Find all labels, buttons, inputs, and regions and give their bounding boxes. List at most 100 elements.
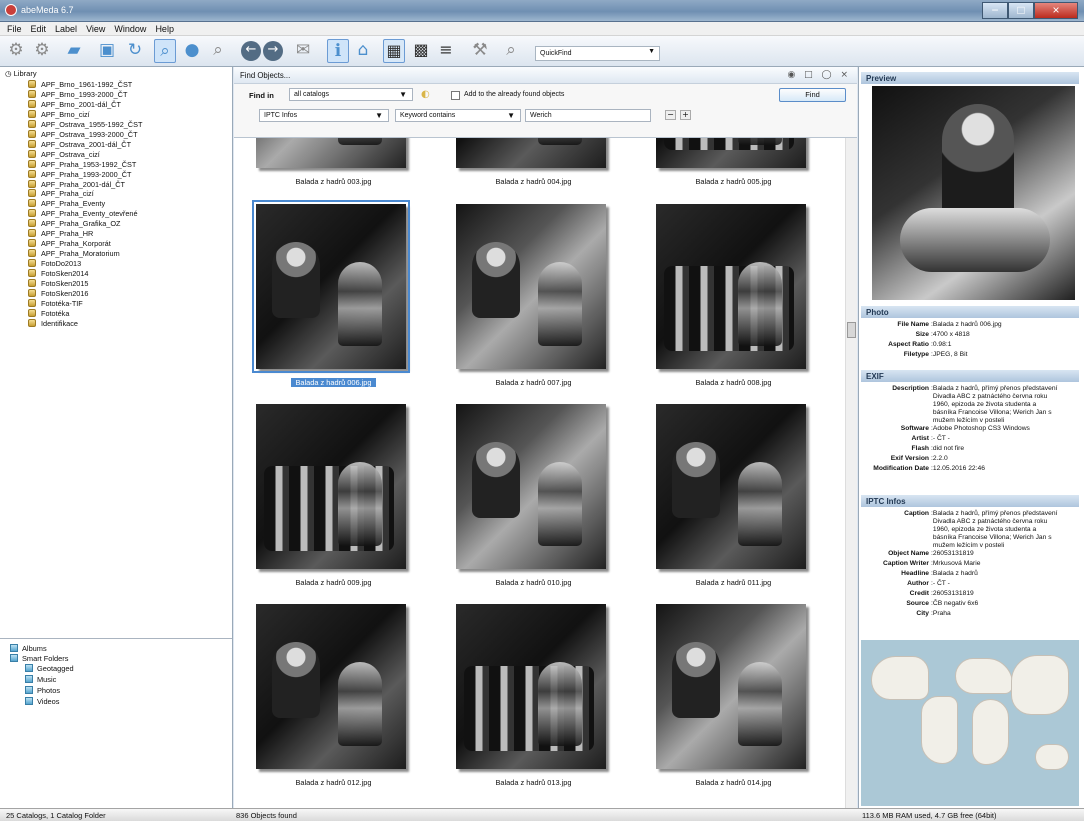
catalog-settings-icon[interactable]: ⚙	[31, 39, 53, 63]
photo-tile[interactable]: Balada z hadrů 014.jpg	[651, 604, 816, 794]
library-item[interactable]: APF_Praha_Grafika_OZ	[28, 219, 121, 229]
field-select[interactable]: IPTC Infos ▼	[259, 109, 389, 122]
metadata-key: Caption Writer	[883, 560, 929, 567]
library-item[interactable]: Fototéka-TIF	[28, 298, 83, 309]
scroll-thumb[interactable]	[847, 322, 856, 338]
photo-thumbnail[interactable]	[456, 404, 606, 569]
photo-thumbnail[interactable]	[656, 604, 806, 769]
photo-thumbnail[interactable]	[256, 138, 406, 168]
library-item[interactable]: APF_Praha_Moratorium	[28, 249, 120, 259]
people-icon[interactable]: ●	[181, 39, 203, 63]
library-item[interactable]: FotoSken2015	[28, 279, 88, 289]
menu-file[interactable]: File	[4, 22, 28, 35]
photo-tile[interactable]: Balada z hadrů 004.jpg	[451, 138, 616, 193]
library-item[interactable]: APF_Praha_2001-dál_ČT	[28, 179, 125, 190]
library-item[interactable]: APF_Ostrava_cizí	[28, 149, 100, 160]
zoom-icon[interactable]: ⌕	[207, 39, 229, 63]
tools-icon[interactable]: ⚒	[469, 39, 491, 63]
albums-item[interactable]: Albums	[10, 644, 47, 654]
photo-thumbnail[interactable]	[256, 604, 406, 769]
quickfind-icon[interactable]: ⌕	[500, 39, 522, 63]
search-icon[interactable]: ⌕	[154, 39, 176, 63]
photo-tile[interactable]: Balada z hadrů 005.jpg	[651, 138, 816, 193]
music-item[interactable]: Music	[25, 675, 56, 685]
library-item[interactable]: APF_Brno_cizí	[28, 109, 90, 120]
operator-select[interactable]: Keyword contains ▼	[395, 109, 521, 122]
refresh-icon[interactable]: ↻	[124, 39, 146, 63]
videos-item[interactable]: Videos	[25, 697, 59, 707]
share-icon[interactable]: ✉	[292, 39, 314, 63]
library-item[interactable]: APF_Praha_1953-1992_ČST	[28, 159, 136, 170]
library-item[interactable]: FotoSken2014	[28, 269, 88, 279]
photo-tile[interactable]: Balada z hadrů 010.jpg	[451, 404, 616, 594]
maximize-button[interactable]: □	[1008, 2, 1034, 19]
photo-tile[interactable]: Balada z hadrů 007.jpg	[451, 204, 616, 394]
menu-view[interactable]: View	[83, 22, 111, 35]
photo-thumbnail[interactable]	[456, 604, 606, 769]
library-item[interactable]: Identifikace	[28, 318, 78, 329]
web-icon[interactable]: ⌂	[352, 39, 374, 63]
library-item[interactable]: Fototéka	[28, 308, 69, 319]
library-item[interactable]: APF_Praha_1993-2000_ČT	[28, 169, 131, 180]
preview-image[interactable]	[872, 86, 1075, 300]
photo-tile[interactable]: Balada z hadrů 008.jpg	[651, 204, 816, 394]
quickfind-input[interactable]: QuickFind ▼	[535, 46, 660, 61]
photo-thumbnail[interactable]	[656, 204, 806, 369]
photo-thumbnail[interactable]	[256, 404, 406, 569]
info-icon[interactable]: ℹ	[327, 39, 349, 63]
photo-thumbnail[interactable]	[456, 204, 606, 369]
import-icon[interactable]: ▣	[96, 39, 118, 63]
photo-thumbnail[interactable]	[252, 200, 410, 373]
library-root[interactable]: ◷ Library	[5, 69, 37, 78]
library-item[interactable]: APF_Brno_1961-1992_ČST	[28, 80, 132, 90]
photo-tile[interactable]: Balada z hadrů 003.jpg	[251, 138, 416, 193]
library-item[interactable]: APF_Ostrava_2001-dál_ČT	[28, 139, 131, 150]
library-item[interactable]: APF_Praha_Korporát	[28, 239, 111, 249]
photo-tile[interactable]: Balada z hadrů 011.jpg	[651, 404, 816, 594]
photo-tile[interactable]: Balada z hadrů 009.jpg	[251, 404, 416, 594]
find-panel-controls[interactable]: ◉ □ ◯ ×	[787, 70, 851, 80]
minimize-button[interactable]: −	[982, 2, 1008, 19]
photo-thumbnail[interactable]	[656, 404, 806, 569]
library-item[interactable]: APF_Brno_2001-dál_ČT	[28, 99, 121, 110]
photo-grid-scrollbar[interactable]	[845, 138, 857, 808]
geo-map[interactable]	[861, 640, 1079, 806]
library-item[interactable]: APF_Praha_Eventy	[28, 199, 105, 209]
photo-tile[interactable]: Balada z hadrů 012.jpg	[251, 604, 416, 794]
library-item[interactable]: APF_Praha_Eventy_otevřené	[28, 209, 138, 219]
menu-edit[interactable]: Edit	[28, 22, 53, 35]
photo-tile[interactable]: Balada z hadrů 013.jpg	[451, 604, 616, 794]
library-item[interactable]: FotoSken2016	[28, 288, 88, 299]
back-icon[interactable]: ←	[241, 41, 261, 61]
find-button[interactable]: Find	[779, 88, 846, 102]
smart-folders-item[interactable]: Smart Folders	[10, 654, 68, 664]
new-catalog-icon[interactable]: ⚙	[5, 39, 27, 63]
library-item[interactable]: FotoDo2013	[28, 259, 81, 269]
library-item[interactable]: APF_Praha_HR	[28, 229, 93, 239]
photo-thumbnail[interactable]	[456, 138, 606, 168]
add-to-found-checkbox[interactable]	[451, 91, 460, 100]
photo-tile-selected[interactable]: Balada z hadrů 006.jpg	[251, 200, 416, 394]
close-button[interactable]: ×	[1034, 2, 1078, 19]
chevron-down-icon[interactable]: ▼	[648, 48, 655, 55]
photo-thumbnail[interactable]	[656, 138, 806, 168]
catalog-options-icon[interactable]: ◐	[421, 89, 430, 100]
menu-window[interactable]: Window	[111, 22, 152, 35]
forward-icon[interactable]: →	[263, 41, 283, 61]
library-item[interactable]: APF_Ostrava_1993-2000_ČT	[28, 129, 138, 140]
keyword-input[interactable]: Werich	[525, 109, 651, 122]
library-item[interactable]: APF_Ostrava_1955-1992_ČST	[28, 119, 142, 130]
add-folder-icon[interactable]: ▰	[63, 39, 85, 63]
menu-label[interactable]: Label	[52, 22, 83, 35]
list-view-icon[interactable]: ≡	[435, 39, 457, 63]
remove-condition-button[interactable]: −	[665, 110, 676, 120]
library-item[interactable]: APF_Brno_1993-2000_ČT	[28, 89, 127, 100]
menu-help[interactable]: Help	[152, 22, 180, 35]
photos-item[interactable]: Photos	[25, 686, 60, 696]
add-condition-button[interactable]: +	[680, 110, 691, 120]
large-grid-icon[interactable]: ▦	[383, 39, 405, 63]
geotagged-item[interactable]: Geotagged	[25, 664, 74, 674]
catalog-select[interactable]: all catalogs ▼	[289, 88, 413, 101]
library-item[interactable]: APF_Praha_cizí	[28, 189, 94, 199]
small-grid-icon[interactable]: ▩	[410, 39, 432, 63]
